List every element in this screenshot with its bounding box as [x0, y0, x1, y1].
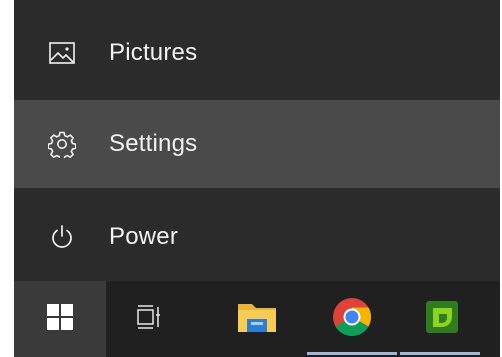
menu-item-label: Pictures: [109, 39, 198, 66]
menu-item-label: Settings: [109, 130, 198, 157]
power-icon: [48, 223, 76, 251]
file-explorer-button[interactable]: [212, 281, 302, 357]
running-indicator: [400, 352, 480, 355]
taskbar: [14, 281, 500, 357]
start-menu-left-rail: Pictures Settings Power: [14, 0, 500, 281]
green-app-button[interactable]: [396, 281, 488, 357]
start-button[interactable]: [14, 281, 106, 357]
task-view-icon: [136, 304, 166, 335]
windows-logo-icon: [46, 303, 74, 336]
task-view-button[interactable]: [106, 281, 196, 357]
pictures-icon: [48, 39, 76, 67]
running-indicator: [307, 352, 397, 355]
chrome-icon: [331, 296, 373, 343]
folder-icon: [235, 298, 279, 341]
gear-icon: [48, 130, 76, 158]
menu-item-settings[interactable]: Settings: [14, 100, 500, 188]
menu-item-label: Power: [109, 223, 179, 250]
screen-frame: Pictures Settings Power: [14, 0, 500, 357]
menu-item-power[interactable]: Power: [14, 192, 500, 282]
chrome-button[interactable]: [307, 281, 397, 357]
green-app-icon: [422, 297, 462, 342]
menu-item-pictures[interactable]: Pictures: [14, 8, 500, 98]
